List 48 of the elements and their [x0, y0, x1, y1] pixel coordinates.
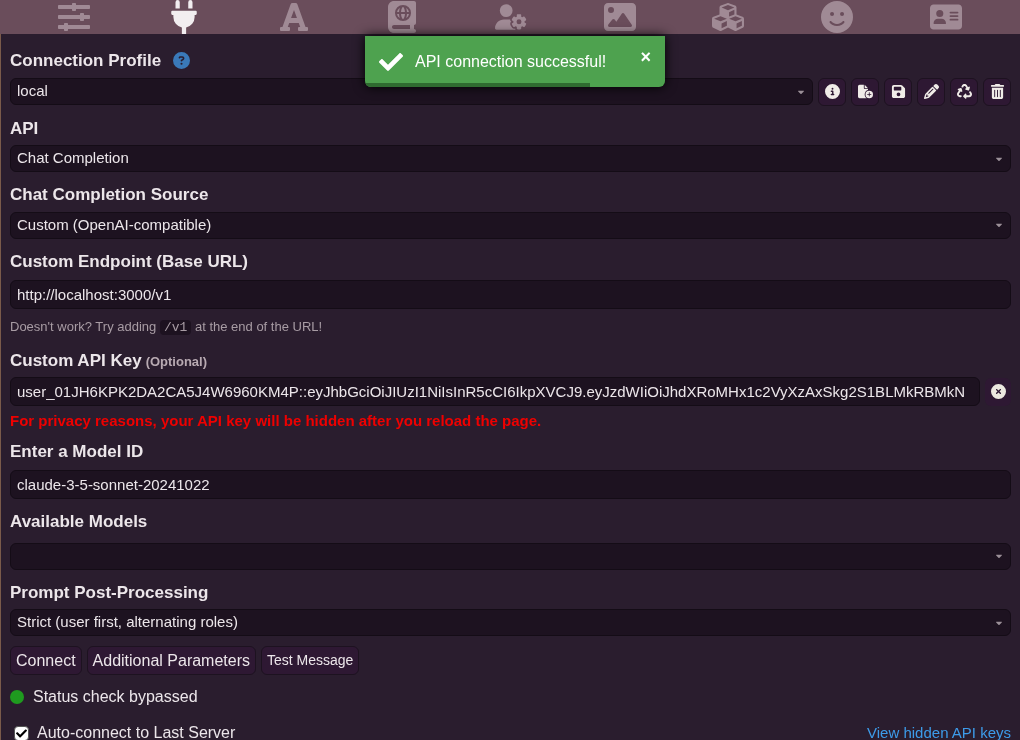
- view-keys-link[interactable]: View hidden API keys: [867, 721, 1011, 740]
- clear-button[interactable]: [985, 377, 1011, 406]
- toast-message: API connection successful!: [415, 51, 608, 72]
- trash-button[interactable]: [983, 77, 1011, 106]
- save-button[interactable]: [884, 77, 912, 106]
- recycle-icon: [956, 84, 972, 99]
- api-key-field[interactable]: user_01JH6KPK2DA2CA5J4W6960KM4P::eyJhbGciOiJIUzI1NiIsInR5cCI6IkpXVCJ9.eyJzdWIiOiJhdXRoMHx1c2VyXzAxSkg2S1BLMkRBMkN: [10, 377, 980, 406]
- field-label: Available Models: [10, 511, 148, 533]
- pencil-icon: [923, 84, 939, 99]
- post-processing-select[interactable]: Strict (user first, alternating roles): [10, 609, 1011, 636]
- image-icon[interactable]: [603, 1, 636, 33]
- field-label: Connection Profile: [10, 50, 162, 72]
- field-label: API: [10, 117, 39, 140]
- field-label: Prompt Post-Processing: [10, 581, 209, 604]
- file-plus-icon: [857, 84, 873, 99]
- action-button[interactable]: Additional Parameters: [86, 646, 256, 675]
- action-button[interactable]: Connect: [10, 646, 82, 675]
- file-plus-button[interactable]: [851, 77, 879, 106]
- field-label: Custom API Key: [10, 349, 142, 372]
- help-icon[interactable]: [173, 52, 191, 70]
- recycle-button[interactable]: [950, 77, 978, 106]
- trash-icon: [989, 84, 1005, 99]
- action-button[interactable]: Test Message: [261, 646, 360, 675]
- checkbox[interactable]: [14, 725, 29, 740]
- smiley-icon[interactable]: [820, 1, 853, 33]
- user-gear-icon[interactable]: [494, 1, 527, 33]
- info-icon: [824, 84, 840, 99]
- field-label: Chat Completion Source: [10, 184, 209, 206]
- field-label: Enter a Model ID: [10, 440, 144, 463]
- pencil-button[interactable]: [917, 77, 945, 106]
- hint-text: Doesn't work? Try adding /v1 at the end of the URL!: [10, 318, 324, 337]
- field-label: Custom Endpoint (Base URL): [10, 250, 248, 273]
- check-icon: [16, 727, 27, 739]
- sliders-icon[interactable]: [58, 1, 91, 33]
- privacy-warning: For privacy reasons, your API key will be hidden after you reload the page.: [10, 411, 543, 431]
- info-button[interactable]: [818, 77, 846, 106]
- source-select[interactable]: Custom (OpenAI-compatible): [10, 211, 1011, 239]
- checkbox-label: Auto-connect to Last Server: [37, 723, 237, 740]
- close-icon: [990, 384, 1006, 399]
- letter-a-icon[interactable]: [277, 1, 310, 33]
- optional-note: (Optional): [145, 352, 207, 371]
- api-select[interactable]: Chat Completion: [10, 145, 1011, 172]
- status-text: Status check bypassed: [33, 687, 198, 707]
- model-id-field[interactable]: claude-3-5-sonnet-20241022: [10, 470, 1011, 499]
- save-icon: [890, 84, 906, 99]
- globe-book-icon[interactable]: [386, 1, 419, 33]
- cubes-icon[interactable]: [712, 1, 745, 33]
- endpoint-field[interactable]: http://localhost:3000/v1: [10, 280, 1011, 309]
